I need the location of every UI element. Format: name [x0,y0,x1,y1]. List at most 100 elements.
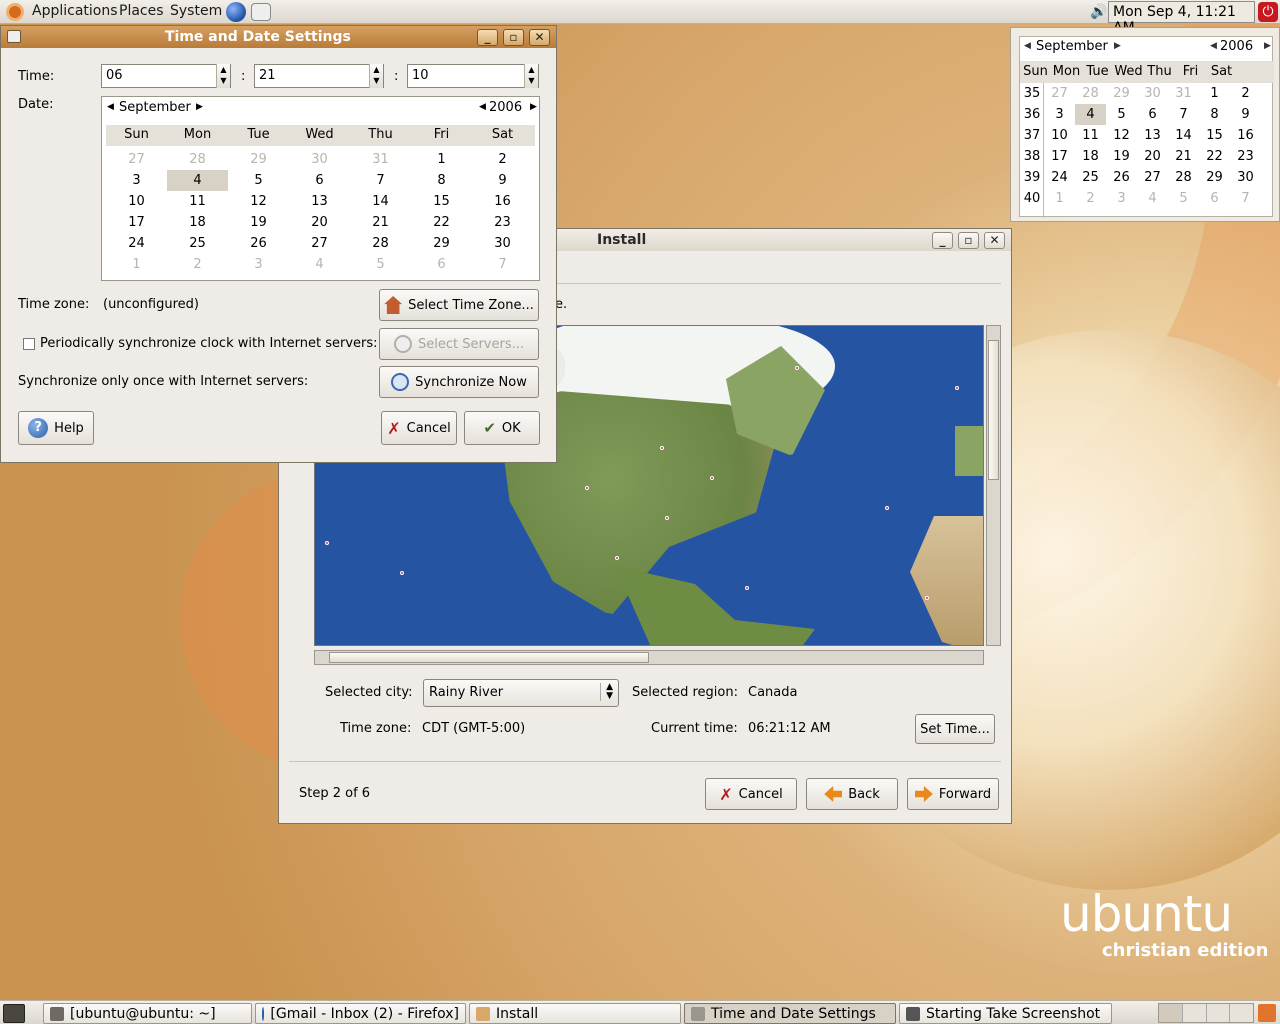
spin-arrows-icon[interactable]: ▲ ▼ [369,64,383,88]
calendar-day[interactable]: 1 [411,149,472,170]
calendar-day[interactable]: 30 [1230,167,1261,188]
calendar-day[interactable]: 21 [350,212,411,233]
maximize-button[interactable]: ▫ [958,232,979,249]
map-horizontal-scrollbar[interactable] [314,650,984,665]
calendar-day[interactable]: 16 [472,191,533,212]
city-dot[interactable] [955,386,959,390]
calendar-day[interactable]: 27 [106,149,167,170]
calendar-day[interactable]: 2 [167,254,228,275]
calendar-day[interactable]: 23 [472,212,533,233]
calendar-day[interactable]: 30 [472,233,533,254]
calendar-day[interactable]: 3 [1044,104,1075,125]
calendar-day[interactable]: 4 [1075,104,1106,125]
volume-icon[interactable]: 🔊 [1090,4,1107,20]
calendar-day[interactable]: 12 [228,191,289,212]
city-dot[interactable] [660,446,664,450]
calendar-day[interactable]: 17 [1044,146,1075,167]
window-menu-icon[interactable] [7,30,21,43]
next-year-icon[interactable]: ▶ [1264,41,1271,51]
calendar-day[interactable]: 15 [411,191,472,212]
calendar-day[interactable]: 6 [1199,188,1230,209]
calendar-day[interactable]: 6 [411,254,472,275]
calendar-day[interactable]: 16 [1230,125,1261,146]
calendar-day[interactable]: 2 [1075,188,1106,209]
calendar-day[interactable]: 1 [1199,83,1230,104]
minimize-button[interactable]: _ [477,29,498,46]
time-date-titlebar[interactable]: Time and Date Settings _ ▫ ✕ [1,26,556,48]
calendar-day[interactable]: 18 [1075,146,1106,167]
minimize-button[interactable]: _ [932,232,953,249]
mail-launcher-icon[interactable] [251,3,271,21]
workspace-4[interactable] [1230,1004,1253,1022]
city-dot[interactable] [795,366,799,370]
forward-button[interactable]: Forward [907,778,999,810]
calendar-day[interactable]: 28 [167,149,228,170]
city-dot[interactable] [325,541,329,545]
calendar-day[interactable]: 5 [228,170,289,191]
calendar-day[interactable]: 19 [1106,146,1137,167]
panel-clock[interactable]: Mon Sep 4, 11:21 AM [1108,1,1255,36]
calendar-day[interactable]: 21 [1168,146,1199,167]
set-time-button[interactable]: Set Time... [915,714,995,744]
calendar-day[interactable]: 2 [1230,83,1261,104]
calendar-day[interactable]: 30 [289,149,350,170]
calendar-day[interactable]: 12 [1106,125,1137,146]
ok-button[interactable]: ✔ OK [464,411,540,445]
task-time-date[interactable]: Time and Date Settings [684,1003,896,1024]
calendar-day[interactable]: 26 [228,233,289,254]
map-vertical-scrollbar[interactable] [986,325,1001,646]
workspace-switcher[interactable] [1158,1003,1254,1023]
calendar-day[interactable]: 31 [350,149,411,170]
calendar-day[interactable]: 15 [1199,125,1230,146]
calendar-day[interactable]: 28 [350,233,411,254]
synchronize-now-button[interactable]: Synchronize Now [379,366,539,398]
selected-city-combo[interactable]: Rainy River ▲ ▼ [423,679,619,707]
close-button[interactable]: ✕ [529,29,550,46]
workspace-1[interactable] [1159,1004,1183,1022]
calendar-day[interactable]: 10 [1044,125,1075,146]
spin-arrows-icon[interactable]: ▲ ▼ [216,64,230,88]
calendar-day[interactable]: 3 [228,254,289,275]
workspace-3[interactable] [1207,1004,1231,1022]
calendar-day[interactable]: 27 [289,233,350,254]
calendar-day[interactable]: 29 [228,149,289,170]
minute-spinner[interactable]: 21 ▲ ▼ [254,64,384,88]
calendar-day[interactable]: 28 [1168,167,1199,188]
calendar-day[interactable]: 30 [1137,83,1168,104]
city-dot[interactable] [615,556,619,560]
calendar-day[interactable]: 7 [1168,104,1199,125]
trash-icon[interactable] [1258,1004,1276,1022]
calendar-day[interactable]: 29 [1106,83,1137,104]
city-dot[interactable] [710,476,714,480]
calendar-day[interactable]: 28 [1075,83,1106,104]
back-button[interactable]: Back [806,778,898,810]
next-year-icon[interactable]: ▶ [530,102,537,112]
date-calendar[interactable]: ◀ September ▶ ◀ 2006 ▶ Sun Mon Tue Wed Thu Fr… [101,96,540,281]
calendar-day[interactable]: 13 [289,191,350,212]
calendar-day[interactable]: 1 [1044,188,1075,209]
calendar-day[interactable]: 6 [289,170,350,191]
calendar-day[interactable]: 19 [228,212,289,233]
calendar-day[interactable]: 25 [167,233,228,254]
prev-year-icon[interactable]: ◀ [479,102,486,112]
calendar-day[interactable]: 20 [289,212,350,233]
calendar-day[interactable]: 7 [350,170,411,191]
city-dot[interactable] [885,506,889,510]
calendar-day[interactable]: 8 [411,170,472,191]
calendar-day[interactable]: 18 [167,212,228,233]
calendar-day[interactable]: 5 [1106,104,1137,125]
next-month-icon[interactable]: ▶ [196,102,203,112]
hour-spinner[interactable]: 06 ▲ ▼ [101,64,231,88]
td-cancel-button[interactable]: ✗ Cancel [381,411,457,445]
calendar-day[interactable]: 24 [106,233,167,254]
sync-checkbox[interactable] [23,338,35,350]
show-desktop-icon[interactable] [3,1004,25,1023]
firefox-launcher-icon[interactable] [226,2,246,22]
calendar-day[interactable]: 7 [472,254,533,275]
city-dot[interactable] [400,571,404,575]
calendar-day[interactable]: 20 [1137,146,1168,167]
calendar-day[interactable]: 3 [1106,188,1137,209]
calendar-day[interactable]: 25 [1075,167,1106,188]
calendar-day[interactable]: 26 [1106,167,1137,188]
system-menu[interactable]: System [170,3,222,19]
